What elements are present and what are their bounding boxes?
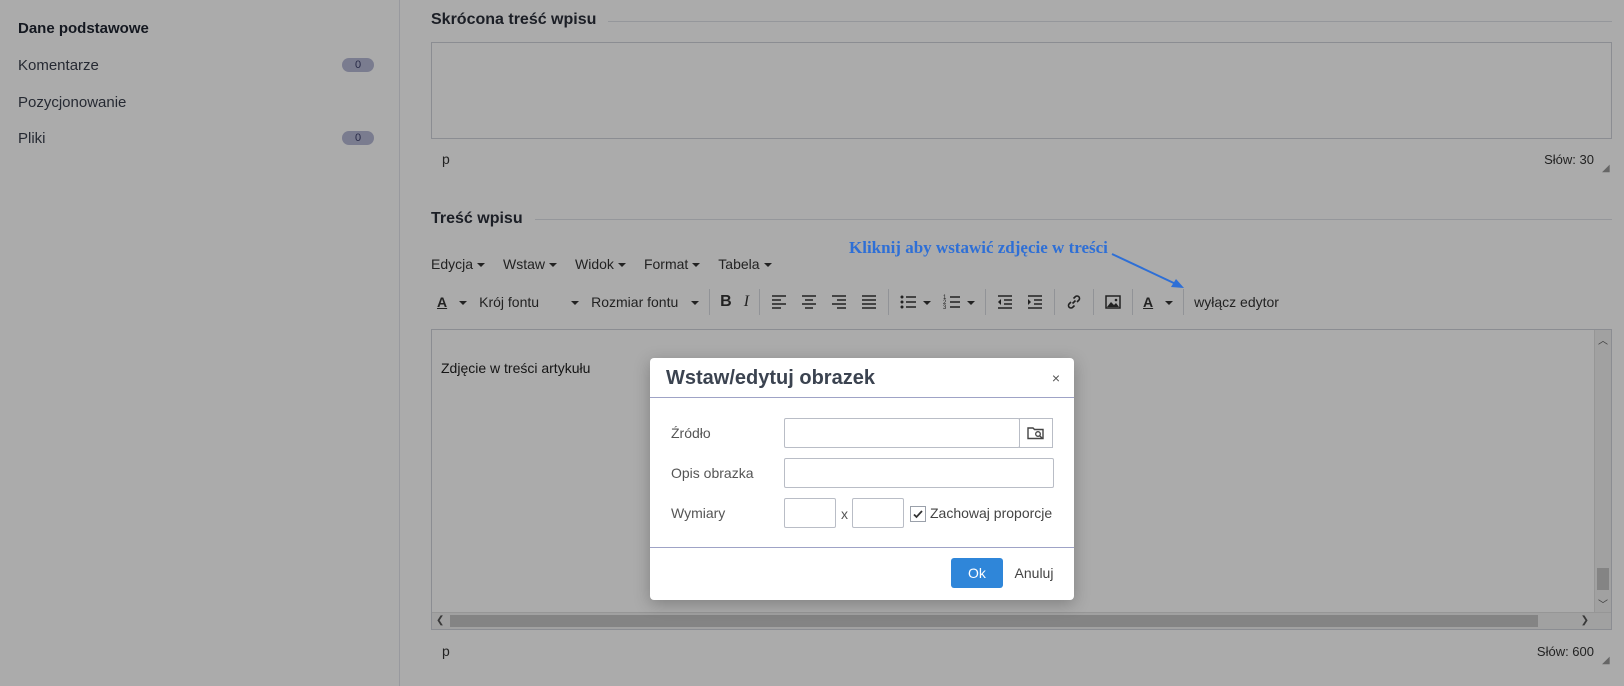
close-icon[interactable]: × xyxy=(1052,370,1060,386)
annotation-text: Kliknij aby wstawić zdjęcie w treści xyxy=(849,238,1108,257)
insert-image-dialog: Wstaw/edytuj obrazek × Źródło Opis obraz… xyxy=(650,358,1074,600)
alt-label: Opis obrazka xyxy=(671,465,754,481)
height-input[interactable] xyxy=(852,498,904,528)
annotation-arrow-icon xyxy=(1111,253,1184,288)
alt-text-input[interactable] xyxy=(784,458,1054,488)
source-input[interactable] xyxy=(784,418,1020,448)
dialog-header: Wstaw/edytuj obrazek × xyxy=(650,358,1074,398)
checkmark-icon xyxy=(913,510,923,519)
keep-ratio-checkbox[interactable] xyxy=(910,506,926,522)
browse-button[interactable] xyxy=(1019,418,1053,448)
dialog-footer-divider xyxy=(650,547,1074,548)
browse-files-icon xyxy=(1027,427,1044,440)
dialog-title: Wstaw/edytuj obrazek xyxy=(666,367,875,389)
source-label: Źródło xyxy=(671,425,711,441)
dimensions-label: Wymiary xyxy=(671,505,726,521)
width-input[interactable] xyxy=(784,498,836,528)
ok-button[interactable]: Ok xyxy=(951,558,1003,588)
dimension-separator: x xyxy=(841,506,848,522)
keep-ratio-label[interactable]: Zachowaj proporcje xyxy=(930,505,1052,521)
cancel-button[interactable]: Anuluj xyxy=(1012,558,1056,588)
